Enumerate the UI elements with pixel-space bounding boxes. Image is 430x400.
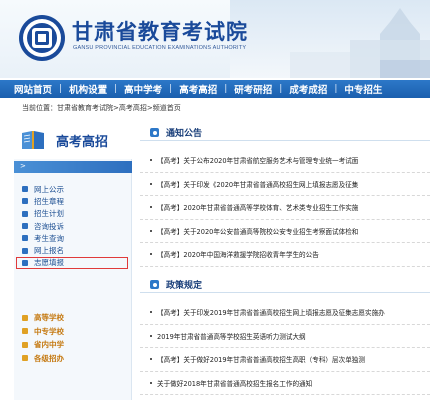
sidebar-category-vocational-schools[interactable]: 中专学校 — [14, 325, 132, 339]
sidebar-item-label: 招生章程 — [34, 196, 64, 206]
breadcrumb: 当前位置：甘肃省教育考试院>高考高招>频道首页 — [22, 104, 181, 112]
dot-bullet-icon — [150, 358, 152, 361]
list-item[interactable]: 【高考】关于做好2019年甘肃省普通高校招生高职（专科）层次单独测 — [140, 348, 430, 372]
dot-bullet-icon — [150, 311, 152, 314]
list-item[interactable]: 2019年甘肃省普通高等学校招生英语听力测试大纲 — [140, 325, 430, 348]
sidebar-item-label: 网上报名 — [34, 246, 64, 256]
sidebar-item-student-query[interactable]: 考生查询 — [14, 232, 132, 244]
exam-authority-logo-seal — [19, 15, 65, 61]
list-item-text: 【高考】关于印发《2020年甘肃省普通高校招生网上填报志愿及征集 — [157, 180, 359, 189]
dot-bullet-icon — [150, 182, 152, 185]
nav-secondary-vocational[interactable]: 中专招生 — [344, 82, 382, 96]
list-item[interactable]: 【高考】2020年甘肃省普通高等学校体育、艺术类专业招生工作实施 — [140, 196, 430, 220]
list-item-text: 【高考】关于2020年公安普通高等院校公安专业招生考察面试体检和 — [157, 227, 359, 236]
sidebar-item-online-registration[interactable]: 网上报名 — [14, 244, 132, 256]
sidebar-category-provincial-high-schools[interactable]: 省内中学 — [14, 338, 132, 352]
list-item[interactable]: 关于做好2018年甘肃省普通高校招生报名工作的通知 — [140, 372, 430, 395]
nav-separator: | — [334, 84, 338, 94]
square-bullet-icon — [22, 328, 28, 335]
list-item[interactable]: 【高考】2020年中国海洋救援学院招收青年学生的公告 — [140, 243, 430, 267]
sidebar-item-volunteer-application[interactable]: 志愿填报 — [16, 256, 128, 270]
nav-organization[interactable]: 机构设置 — [69, 82, 107, 96]
section-bullet-icon — [150, 128, 159, 137]
sidebar-category-label: 各级招办 — [34, 353, 64, 363]
section-header-policies[interactable]: 政策规定 — [140, 277, 430, 293]
dot-bullet-icon — [150, 381, 152, 384]
dot-bullet-icon — [150, 229, 152, 232]
square-bullet-icon — [22, 355, 28, 362]
list-item[interactable]: 【高考】关于印发《2020年甘肃省普通高校招生网上填报志愿及征集 — [140, 173, 430, 196]
nav-home[interactable]: 网站首页 — [14, 82, 52, 96]
open-book-icon — [22, 131, 44, 149]
dot-bullet-icon — [150, 206, 152, 209]
sidebar-item-label: 志愿填报 — [34, 258, 64, 268]
nav-separator: | — [169, 84, 173, 94]
nav-adult-exam[interactable]: 成考成招 — [289, 82, 327, 96]
sidebar-item-label: 咨询投诉 — [34, 221, 64, 231]
square-bullet-icon — [22, 235, 28, 242]
list-item-text: 【高考】2020年甘肃省普通高等学校体育、艺术类专业招生工作实施 — [157, 204, 359, 213]
dot-bullet-icon — [150, 159, 152, 162]
sidebar-title: 高考高招 — [56, 135, 109, 150]
list-item[interactable]: 【高考】关于印发2019年甘肃省普通高校招生网上填报志愿及征集志愿实施办 — [140, 301, 430, 325]
sidebar-item-label: 招生计划 — [34, 209, 64, 219]
sidebar-category-label: 高等学校 — [34, 313, 64, 323]
sidebar-category-menu: 高等学校 中专学校 省内中学 各级招办 — [14, 311, 132, 365]
nav-high-school-exam[interactable]: 高中学考 — [124, 82, 162, 96]
nav-separator: | — [224, 84, 228, 94]
list-item[interactable]: 【高考】关于2020年公安普通高等院校公安专业招生考察面试体检和 — [140, 220, 430, 243]
list-item-text: 2019年甘肃省普通高等学校招生英语听力测试大纲 — [157, 332, 306, 341]
square-bullet-icon — [22, 198, 28, 205]
square-bullet-icon — [22, 247, 28, 254]
site-subtitle: GANSU PROVINCIAL EDUCATION EXAMINATIONS … — [73, 45, 247, 51]
notice-list: 【高考】关于公布2020年甘肃省航空服务艺术与管理专业统一考试面 【高考】关于印… — [140, 149, 430, 267]
section-bullet-icon — [150, 280, 159, 289]
nav-separator: | — [114, 84, 118, 94]
sidebar-item-label: 考生查询 — [34, 233, 64, 243]
list-item-text: 【高考】2020年中国海洋救援学院招收青年学生的公告 — [157, 251, 319, 260]
list-item-text: 【高考】关于印发2019年甘肃省普通高校招生网上填报志愿及征集志愿实施办 — [157, 309, 385, 318]
list-item[interactable]: 【高考】关于公布2020年甘肃省航空服务艺术与管理专业统一考试面 — [140, 149, 430, 173]
left-sidebar: 高考高招 > 网上公示 招生章程 招生计划 咨询投诉 考生查询 网上报名 志愿填… — [14, 121, 132, 400]
square-bullet-icon — [22, 314, 28, 321]
sidebar-header: 高考高招 — [14, 121, 132, 159]
nav-graduate-exam[interactable]: 研考研招 — [234, 82, 272, 96]
square-bullet-icon — [22, 186, 28, 193]
section-title: 通知公告 — [166, 129, 203, 139]
square-bullet-icon — [22, 223, 28, 230]
sidebar-collapse-bar[interactable]: > — [14, 161, 132, 173]
dot-bullet-icon — [150, 253, 152, 256]
site-title: 甘肃省教育考试院 — [72, 19, 248, 44]
main-nav-bar: 网站首页 | 机构设置 | 高中学考 | 高考高招 | 研考研招 | 成考成招 … — [0, 80, 430, 98]
list-item-text: 【高考】关于公布2020年甘肃省航空服务艺术与管理专业统一考试面 — [157, 157, 359, 166]
sidebar-category-label: 省内中学 — [34, 340, 64, 350]
nav-gaokao[interactable]: 高考高招 — [179, 82, 217, 96]
chevron-right-icon: > — [20, 162, 26, 170]
square-bullet-icon — [22, 210, 28, 217]
square-bullet-icon — [22, 341, 28, 348]
sidebar-item-admission-plan[interactable]: 招生计划 — [14, 208, 132, 220]
list-item-text: 关于做好2018年甘肃省普通高校招生报名工作的通知 — [157, 379, 313, 388]
nav-separator: | — [59, 84, 63, 94]
site-header: 甘肃省教育考试院 GANSU PROVINCIAL EDUCATION EXAM… — [0, 0, 430, 78]
sidebar-menu: 网上公示 招生章程 招生计划 咨询投诉 考生查询 网上报名 志愿填报 — [14, 183, 132, 270]
list-item-text: 【高考】关于做好2019年甘肃省普通高校招生高职（专科）层次单独测 — [157, 356, 365, 365]
sidebar-item-admission-charter[interactable]: 招生章程 — [14, 195, 132, 207]
sidebar-item-consult-complaint[interactable]: 咨询投诉 — [14, 220, 132, 232]
dot-bullet-icon — [150, 334, 152, 337]
section-title: 政策规定 — [166, 281, 203, 291]
building-background-image — [230, 0, 430, 78]
sidebar-category-universities[interactable]: 高等学校 — [14, 311, 132, 325]
section-header-notices[interactable]: 通知公告 — [140, 125, 430, 141]
square-bullet-icon — [22, 259, 28, 266]
sidebar-category-admission-offices[interactable]: 各级招办 — [14, 352, 132, 366]
policy-list: 【高考】关于印发2019年甘肃省普通高校招生网上填报志愿及征集志愿实施办 201… — [140, 301, 430, 395]
sidebar-item-public-notice[interactable]: 网上公示 — [14, 183, 132, 195]
sidebar-item-label: 网上公示 — [34, 184, 64, 194]
sidebar-category-label: 中专学校 — [34, 326, 64, 336]
main-content: 通知公告 【高考】关于公布2020年甘肃省航空服务艺术与管理专业统一考试面 【高… — [140, 121, 430, 400]
nav-separator: | — [279, 84, 283, 94]
